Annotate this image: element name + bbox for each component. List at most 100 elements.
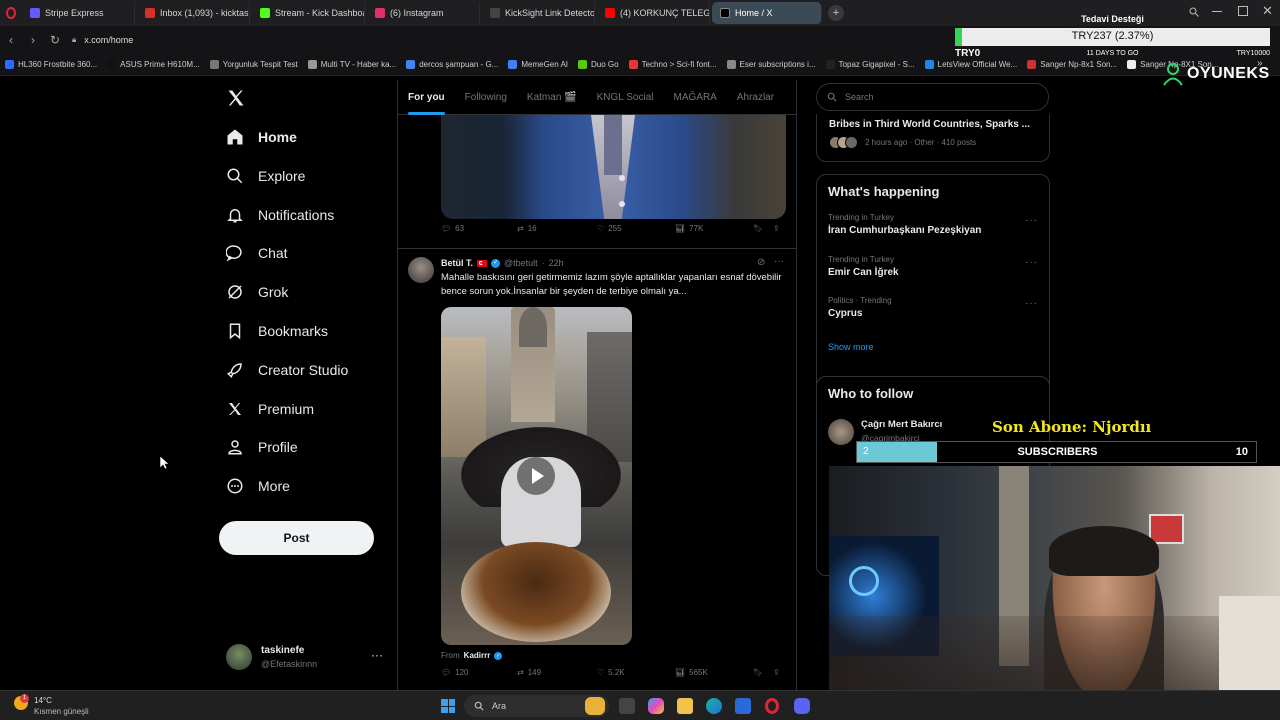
trend-item[interactable]: Trending in Turkey İran Cumhurbaşkanı Pez… — [828, 213, 1038, 236]
browser-tab[interactable]: Stream - Kick Dashboard — [252, 2, 365, 24]
nav-item-label: Chat — [258, 245, 288, 262]
discord-icon[interactable] — [794, 698, 810, 714]
post-2-video[interactable] — [441, 307, 632, 645]
post-2-author[interactable]: Betül T. — [441, 258, 473, 268]
file-explorer-icon[interactable] — [677, 698, 693, 714]
post-2-avatar[interactable] — [408, 257, 434, 283]
nav-item-more[interactable]: More — [226, 477, 290, 495]
account-switcher[interactable]: taskinefe @Efetaskinnn ··· — [226, 642, 386, 676]
store-icon[interactable] — [735, 698, 751, 714]
browser-tab[interactable]: (6) Instagram — [367, 2, 480, 24]
tab-favicon-icon — [260, 8, 270, 18]
timeline-tab[interactable]: Following — [455, 80, 517, 115]
forward-icon[interactable]: › — [22, 29, 44, 51]
browser-tab[interactable]: Inbox (1,093) - kicktaskinef... — [137, 2, 250, 24]
timeline-tab[interactable]: Katman 🎬 — [517, 80, 587, 115]
share-button[interactable]: ⇪ — [773, 224, 780, 233]
browser-tab[interactable]: Stripe Express — [22, 2, 135, 24]
trend-more-icon[interactable]: ··· — [1025, 215, 1038, 226]
bookmark-button[interactable]: 🔖︎ — [753, 224, 763, 233]
bookmark-item[interactable]: Techno > Sci-fi font... — [624, 60, 722, 69]
minimize-button[interactable] — [1212, 11, 1222, 12]
reload-icon[interactable]: ↻ — [44, 29, 66, 51]
bookmark-item[interactable]: Multi TV - Haber ka... — [303, 60, 401, 69]
bookmark-item[interactable]: Yorgunluk Tespit Test — [205, 60, 303, 69]
post-1-media[interactable] — [441, 115, 786, 219]
account-more-icon[interactable]: ··· — [371, 648, 383, 662]
post-2-handle[interactable]: @tbetult — [504, 258, 538, 268]
url-field[interactable]: 🔒︎ x.com/home — [72, 30, 133, 50]
tab-favicon-icon — [30, 8, 40, 18]
from-account[interactable]: Kadirrr — [464, 651, 491, 660]
play-button-icon[interactable] — [517, 457, 555, 495]
nav-item-creator-studio[interactable]: Creator Studio — [226, 361, 348, 379]
search-icon — [227, 168, 243, 184]
nav-item-notifications[interactable]: Notifications — [226, 206, 334, 224]
repost-button[interactable]: ⇄ 149 — [517, 668, 541, 677]
search-box[interactable]: Search — [816, 83, 1049, 111]
taskbar-search-placeholder: Ara — [492, 701, 507, 711]
bookmark-item[interactable]: Eser subscriptions i... — [722, 60, 821, 69]
bookmark-item[interactable]: Topaz Gigapixel - S... — [821, 60, 920, 69]
trend-item[interactable]: Trending in Turkey Emir Can İğrek ··· — [828, 255, 1038, 278]
timeline-tab[interactable]: Ahrazlar — [727, 80, 784, 115]
bookmark-item[interactable]: dercos şampuan - G... — [401, 60, 503, 69]
like-button[interactable]: ♡ 255 — [597, 224, 622, 233]
bookmark-item[interactable]: HL360 Frostbite 360... — [0, 60, 102, 69]
bookmark-label: Topaz Gigapixel - S... — [838, 60, 915, 69]
timeline-tab[interactable]: MAĞARA — [664, 80, 727, 115]
bookmark-item[interactable]: LetsView Official We... — [920, 60, 1023, 69]
views-button[interactable]: 📊︎ 565K — [675, 668, 708, 677]
avatar — [226, 644, 252, 670]
nav-item-bookmarks[interactable]: Bookmarks — [226, 322, 328, 340]
weather-widget[interactable]: 1 14°C Kısmen güneşli — [14, 694, 124, 718]
copilot-icon[interactable] — [648, 698, 664, 714]
back-icon[interactable]: ‹ — [0, 29, 22, 51]
reply-button[interactable]: 💬︎ 120 — [441, 668, 469, 677]
x-logo-icon[interactable] — [226, 88, 246, 113]
top-trend-card[interactable]: Bribes in Third World Countries, Sparks … — [816, 114, 1050, 162]
nav-item-premium[interactable]: Premium — [226, 400, 314, 418]
trend-more-icon[interactable]: ··· — [1025, 298, 1038, 309]
reply-button[interactable]: 💬︎ 63 — [441, 224, 464, 233]
bookmark-item[interactable]: MemeGen AI — [503, 60, 573, 69]
bookmark-item[interactable]: Sanger Np-8x1 Son... — [1022, 60, 1122, 69]
share-button[interactable]: ⇪ — [773, 668, 780, 677]
timeline-tab[interactable]: KNGL Social — [587, 80, 664, 115]
account-handle: @Efetaskinnn — [261, 659, 318, 669]
bookmark-label: MemeGen AI — [521, 60, 569, 69]
task-view-icon[interactable] — [619, 698, 635, 714]
nav-item-label: Bookmarks — [258, 323, 329, 339]
post-button[interactable]: Post — [219, 521, 374, 555]
nav-item-grok[interactable]: Grok — [226, 283, 288, 301]
bookmark-item[interactable]: Duo Go — [573, 60, 624, 69]
nav-item-explore[interactable]: Explore — [226, 167, 305, 185]
post-2[interactable]: Betül T. ✓ @tbetult · 22h ⊘ ··· Mahalle … — [398, 249, 796, 689]
nav-item-profile[interactable]: Profile — [226, 438, 298, 456]
like-button[interactable]: ♡ 5.2K — [597, 668, 625, 677]
webcam-feed — [829, 466, 1280, 720]
browser-tab[interactable]: (4) KORKUNÇ TELEGRAM K... — [597, 2, 710, 24]
bookmark-button[interactable]: 🔖︎ — [753, 668, 763, 677]
donation-max: TRY10000 — [1236, 50, 1270, 57]
grok-icon[interactable]: ⊘ — [757, 257, 765, 268]
bookmark-item[interactable]: ASUS Prime H610M... — [102, 60, 205, 69]
browser-tab[interactable]: Home / X — [712, 2, 822, 24]
browser-tab[interactable]: KickSight Link Detector — [482, 2, 595, 24]
opera-icon[interactable] — [765, 698, 779, 714]
opera-menu-icon[interactable] — [0, 2, 22, 24]
follow-avatar — [828, 419, 854, 445]
post-2-time[interactable]: 22h — [549, 258, 564, 268]
repost-button[interactable]: ⇄ 16 — [517, 224, 537, 233]
new-tab-button[interactable]: + — [828, 5, 844, 21]
start-button[interactable] — [441, 699, 455, 713]
trend-item[interactable]: Politics · Trending Cyprus ··· — [828, 296, 1038, 319]
views-button[interactable]: 📊︎ 77K — [675, 224, 703, 233]
nav-item-chat[interactable]: Chat — [226, 244, 288, 262]
show-more-link[interactable]: Show more — [828, 342, 874, 352]
trend-more-icon[interactable]: ··· — [1025, 257, 1038, 268]
nav-item-home[interactable]: Home — [226, 128, 297, 146]
timeline-tab[interactable]: For you — [398, 80, 455, 115]
post-more-icon[interactable]: ··· — [774, 256, 784, 267]
edge-icon[interactable] — [706, 698, 722, 714]
